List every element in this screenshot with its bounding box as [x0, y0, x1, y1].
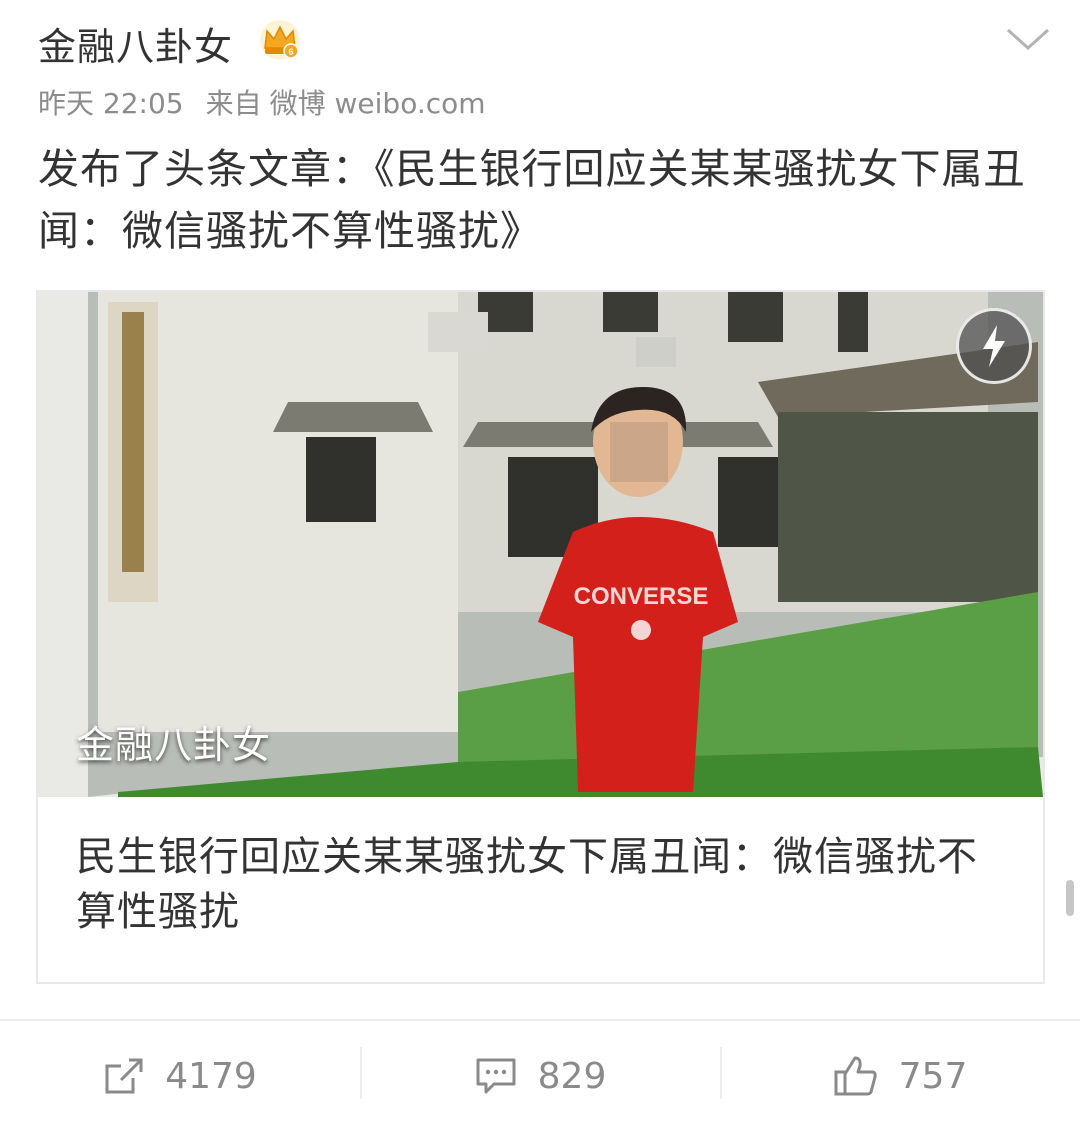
username[interactable]: 金融八卦女: [38, 16, 233, 71]
shirt-logo-text: CONVERSE: [574, 583, 709, 610]
like-button[interactable]: 757: [720, 1021, 1080, 1131]
like-icon: [834, 1056, 877, 1096]
post-time: 昨天 22:05: [38, 87, 184, 120]
crown-icon: 6: [260, 20, 300, 60]
post-meta: 昨天 22:05 来自 微博 weibo.com: [38, 82, 486, 122]
svg-text:6: 6: [288, 47, 293, 57]
action-bar: 4179 829 757: [0, 1021, 1080, 1131]
comment-count: 829: [537, 1055, 607, 1097]
repost-icon: [105, 1058, 143, 1094]
image-watermark: 金融八卦女: [76, 723, 272, 767]
repost-button[interactable]: 4179: [0, 1021, 360, 1131]
comment-button[interactable]: 829: [360, 1021, 720, 1131]
scrollbar-thumb[interactable]: [1066, 880, 1074, 916]
flash-icon: [983, 325, 1005, 367]
repost-count: 4179: [165, 1055, 257, 1097]
article-cover-image[interactable]: CONVERSE 金融八卦女: [38, 292, 1043, 797]
source-label: 来自: [205, 87, 262, 120]
article-title[interactable]: 民生银行回应关某某骚扰女下属丑闻：微信骚扰不算性骚扰: [76, 830, 1006, 940]
flash-badge: [956, 308, 1032, 384]
article-card[interactable]: CONVERSE 金融八卦女 民生银行回应关某某骚扰女下属丑闻：微信骚扰不算性骚…: [36, 290, 1045, 984]
source-app-link[interactable]: 微博 weibo.com: [270, 87, 486, 120]
comment-icon: [476, 1058, 516, 1094]
post-header: 金融八卦女 6 昨天 22:05 来自 微博 weibo.com: [0, 0, 1080, 125]
post-text: 发布了头条文章：《民生银行回应关某某骚扰女下属丑闻：微信骚扰不算性骚扰》: [38, 145, 1026, 255]
chevron-down-icon[interactable]: [1004, 26, 1052, 54]
like-count: 757: [898, 1055, 968, 1097]
